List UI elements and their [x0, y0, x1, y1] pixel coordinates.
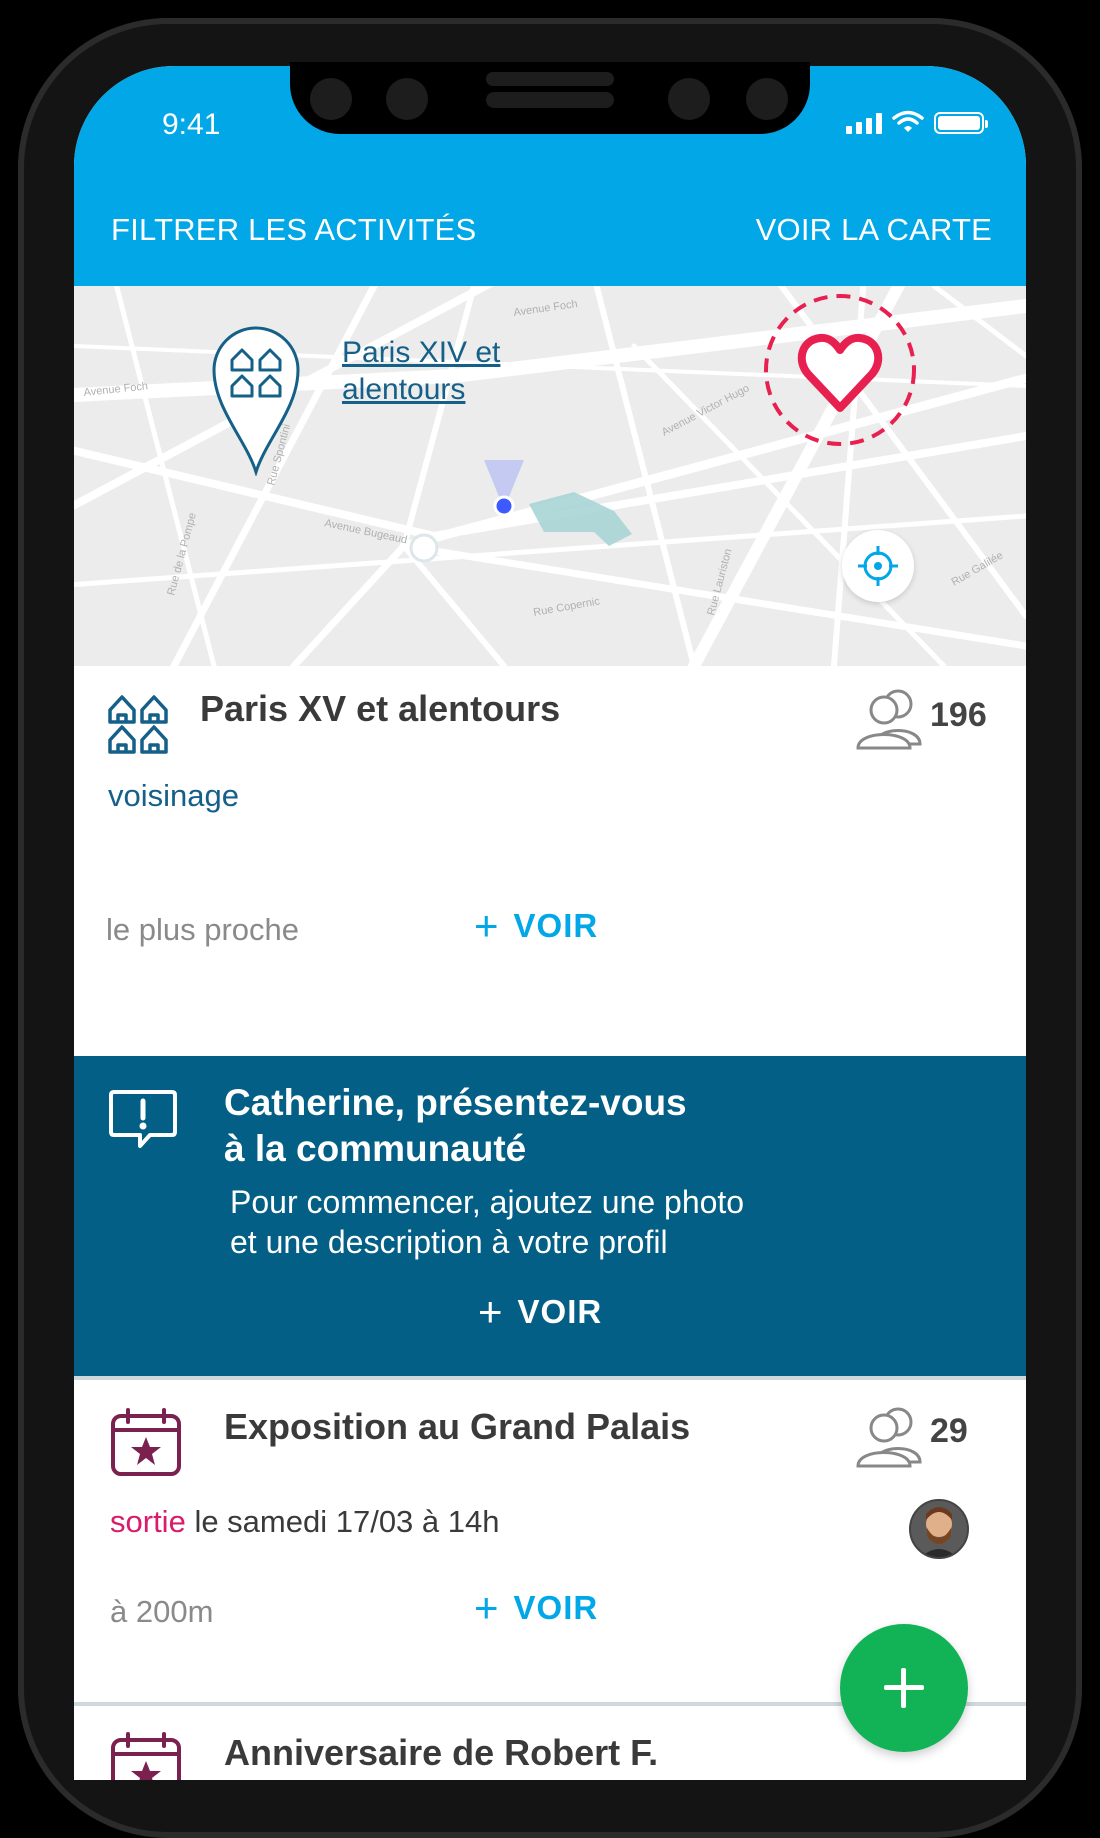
neighbourhood-pin-icon[interactable]	[208, 320, 304, 476]
voir-label: VOIR	[517, 1293, 603, 1330]
status-time: 9:41	[162, 108, 221, 141]
voir-label: VOIR	[513, 1589, 599, 1626]
card-title: Anniversaire de Robert F.	[224, 1732, 659, 1773]
plus-icon: +	[474, 1584, 500, 1631]
plus-icon: +	[474, 902, 500, 949]
phone-frame: 9:41 FILTRER LES ACTIVITÉS VOIR LA CARTE	[0, 0, 1100, 1838]
plus-icon: +	[478, 1288, 504, 1335]
banner-text-line1: Pour commencer, ajoutez une photo	[230, 1184, 745, 1220]
calendar-star-icon	[111, 1408, 181, 1476]
banner-text: Pour commencer, ajoutez une photo et une…	[230, 1182, 930, 1262]
members-icon	[856, 1407, 922, 1468]
signal-icon	[846, 113, 882, 134]
card-divider	[74, 1376, 1026, 1380]
event-date: le samedi 17/03 à 14h	[194, 1504, 500, 1539]
add-activity-button[interactable]	[840, 1624, 968, 1752]
svg-text:Rue Copernic: Rue Copernic	[532, 595, 601, 619]
filter-activities-button[interactable]: FILTRER LES ACTIVITÉS	[111, 212, 476, 248]
banner-title-line1: Catherine, présentez-vous	[224, 1082, 687, 1123]
map-place-link-line2: alentours	[342, 373, 466, 406]
notch-speaker	[486, 72, 614, 86]
event-meta: sortie le samedi 17/03 à 14h	[110, 1504, 500, 1540]
banner-title: Catherine, présentez-vous à la communaut…	[224, 1080, 924, 1172]
neighbourhood-card[interactable]: Paris XV et alentours 196 voisinage le p…	[74, 666, 1026, 1056]
battery-icon	[934, 112, 988, 134]
banner-title-line2: à la communauté	[224, 1128, 527, 1169]
map-view[interactable]: Avenue Foch Avenue Foch Avenue Victor Hu…	[74, 286, 1026, 666]
card-tag: voisinage	[108, 778, 239, 813]
member-count: 29	[930, 1412, 968, 1450]
view-map-button[interactable]: VOIR LA CARTE	[756, 212, 992, 248]
locate-button[interactable]	[842, 530, 914, 602]
svg-text:Avenue Foch: Avenue Foch	[513, 298, 579, 319]
alert-speech-icon	[109, 1090, 177, 1148]
card-title: Exposition au Grand Palais	[224, 1406, 691, 1447]
status-icons	[846, 110, 988, 134]
map-place-link-line1: Paris XIV et	[342, 336, 501, 369]
banner-voir-button[interactable]: + VOIR	[478, 1288, 602, 1336]
card-voir-button[interactable]: + VOIR	[474, 1584, 598, 1632]
members-icon	[856, 689, 922, 750]
profile-prompt-banner[interactable]: Catherine, présentez-vous à la communaut…	[74, 1056, 1026, 1376]
notch-sensor-right	[668, 78, 710, 120]
neighbourhood-icon	[108, 695, 168, 754]
heart-icon[interactable]	[760, 290, 920, 450]
notch-speaker-lower	[486, 92, 614, 108]
calendar-star-icon	[111, 1732, 181, 1780]
notch-sensor	[310, 78, 352, 120]
card-distance: le plus proche	[106, 912, 300, 947]
locate-icon	[858, 546, 898, 586]
voir-label: VOIR	[513, 907, 599, 944]
notch-camera	[386, 78, 428, 120]
svg-text:Avenue Victor Hugo: Avenue Victor Hugo	[660, 382, 752, 438]
banner-text-line2: et une description à votre profil	[230, 1224, 668, 1260]
member-count: 196	[930, 696, 987, 734]
map-place-link[interactable]: Paris XIV et alentours	[342, 334, 500, 408]
avatar[interactable]	[908, 1498, 970, 1560]
wifi-icon	[892, 110, 924, 132]
card-voir-button[interactable]: + VOIR	[474, 902, 598, 950]
phone-notch	[290, 62, 810, 134]
card-distance: à 200m	[110, 1594, 214, 1629]
card-tag: sortie	[110, 1504, 186, 1539]
card-title: Paris XV et alentours	[200, 688, 561, 729]
notch-sensor-far-right	[746, 78, 788, 120]
app-screen: 9:41 FILTRER LES ACTIVITÉS VOIR LA CARTE	[74, 66, 1026, 1780]
